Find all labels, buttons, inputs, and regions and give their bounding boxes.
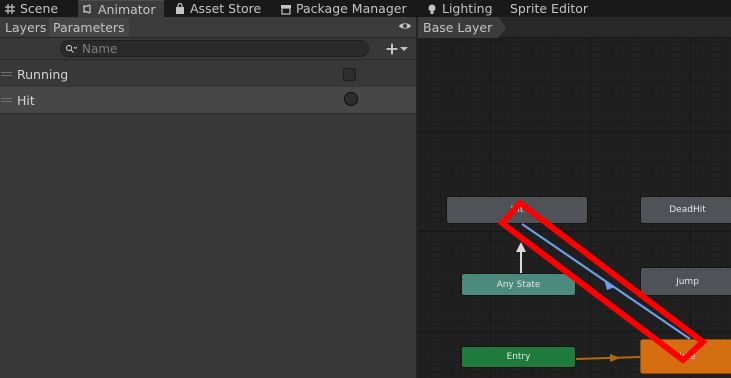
parameter-row-running[interactable]: Running — [0, 61, 416, 87]
animator-graph-canvas[interactable]: Base Layer Hit DeadHit Any State Jump En… — [418, 17, 731, 378]
shopping-bag-icon — [174, 2, 186, 15]
animator-icon — [82, 3, 94, 15]
tab-parameters[interactable]: Parameters — [49, 18, 129, 37]
state-node-hit[interactable]: Hit — [446, 196, 588, 224]
tab-animator[interactable]: Animator — [78, 0, 164, 17]
parameter-search-field[interactable] — [60, 40, 369, 57]
state-node-entry[interactable]: Entry — [461, 346, 576, 368]
add-parameter-button[interactable] — [386, 41, 414, 57]
list-divider — [0, 113, 416, 114]
animator-left-panel: Layers Parameters Running Hit — [0, 17, 416, 378]
tab-asset-store[interactable]: Asset Store — [170, 0, 270, 17]
breadcrumb-base-layer[interactable]: Base Layer — [418, 17, 506, 38]
left-panel-toolbar: Layers Parameters — [0, 17, 416, 38]
tab-sprite-editor-label: Sprite Editor — [510, 1, 589, 16]
state-node-deadhit[interactable]: DeadHit — [640, 196, 731, 224]
tab-package-manager-label: Package Manager — [296, 1, 407, 16]
tab-animator-label: Animator — [98, 1, 156, 17]
tab-lighting-label: Lighting — [442, 1, 493, 16]
window-tab-bar: Scene Animator Asset Store Package Manag… — [0, 0, 731, 17]
tab-package-manager[interactable]: Package Manager — [276, 0, 407, 17]
tab-sprite-editor[interactable]: Sprite Editor — [506, 0, 596, 17]
parameter-row-hit[interactable]: Hit — [0, 87, 416, 113]
chevron-down-icon — [400, 46, 408, 52]
parameter-name: Running — [17, 66, 69, 82]
drag-handle-icon[interactable] — [1, 72, 14, 76]
parameter-search-row — [0, 38, 416, 60]
state-node-jump[interactable]: Jump — [640, 267, 731, 296]
grid-icon — [4, 3, 16, 15]
hit-trigger-radio[interactable] — [344, 92, 358, 106]
running-bool-checkbox[interactable] — [343, 68, 356, 81]
tab-layers[interactable]: Layers — [1, 18, 50, 37]
search-icon — [65, 44, 77, 54]
state-node-any-state[interactable]: Any State — [461, 273, 576, 296]
drag-handle-icon[interactable] — [1, 98, 14, 102]
package-icon — [280, 3, 292, 15]
breadcrumb-bar: Base Layer — [418, 17, 731, 38]
tab-asset-store-label: Asset Store — [190, 1, 262, 16]
eye-icon[interactable] — [398, 20, 412, 35]
parameter-name: Hit — [17, 92, 35, 108]
lightbulb-icon — [426, 3, 438, 15]
search-input[interactable] — [82, 41, 352, 56]
plus-icon — [386, 43, 398, 55]
tab-scene[interactable]: Scene — [0, 0, 70, 17]
tab-lighting[interactable]: Lighting — [422, 0, 498, 17]
tab-scene-label: Scene — [20, 1, 59, 16]
state-node-idle[interactable]: Idle — [640, 339, 731, 374]
